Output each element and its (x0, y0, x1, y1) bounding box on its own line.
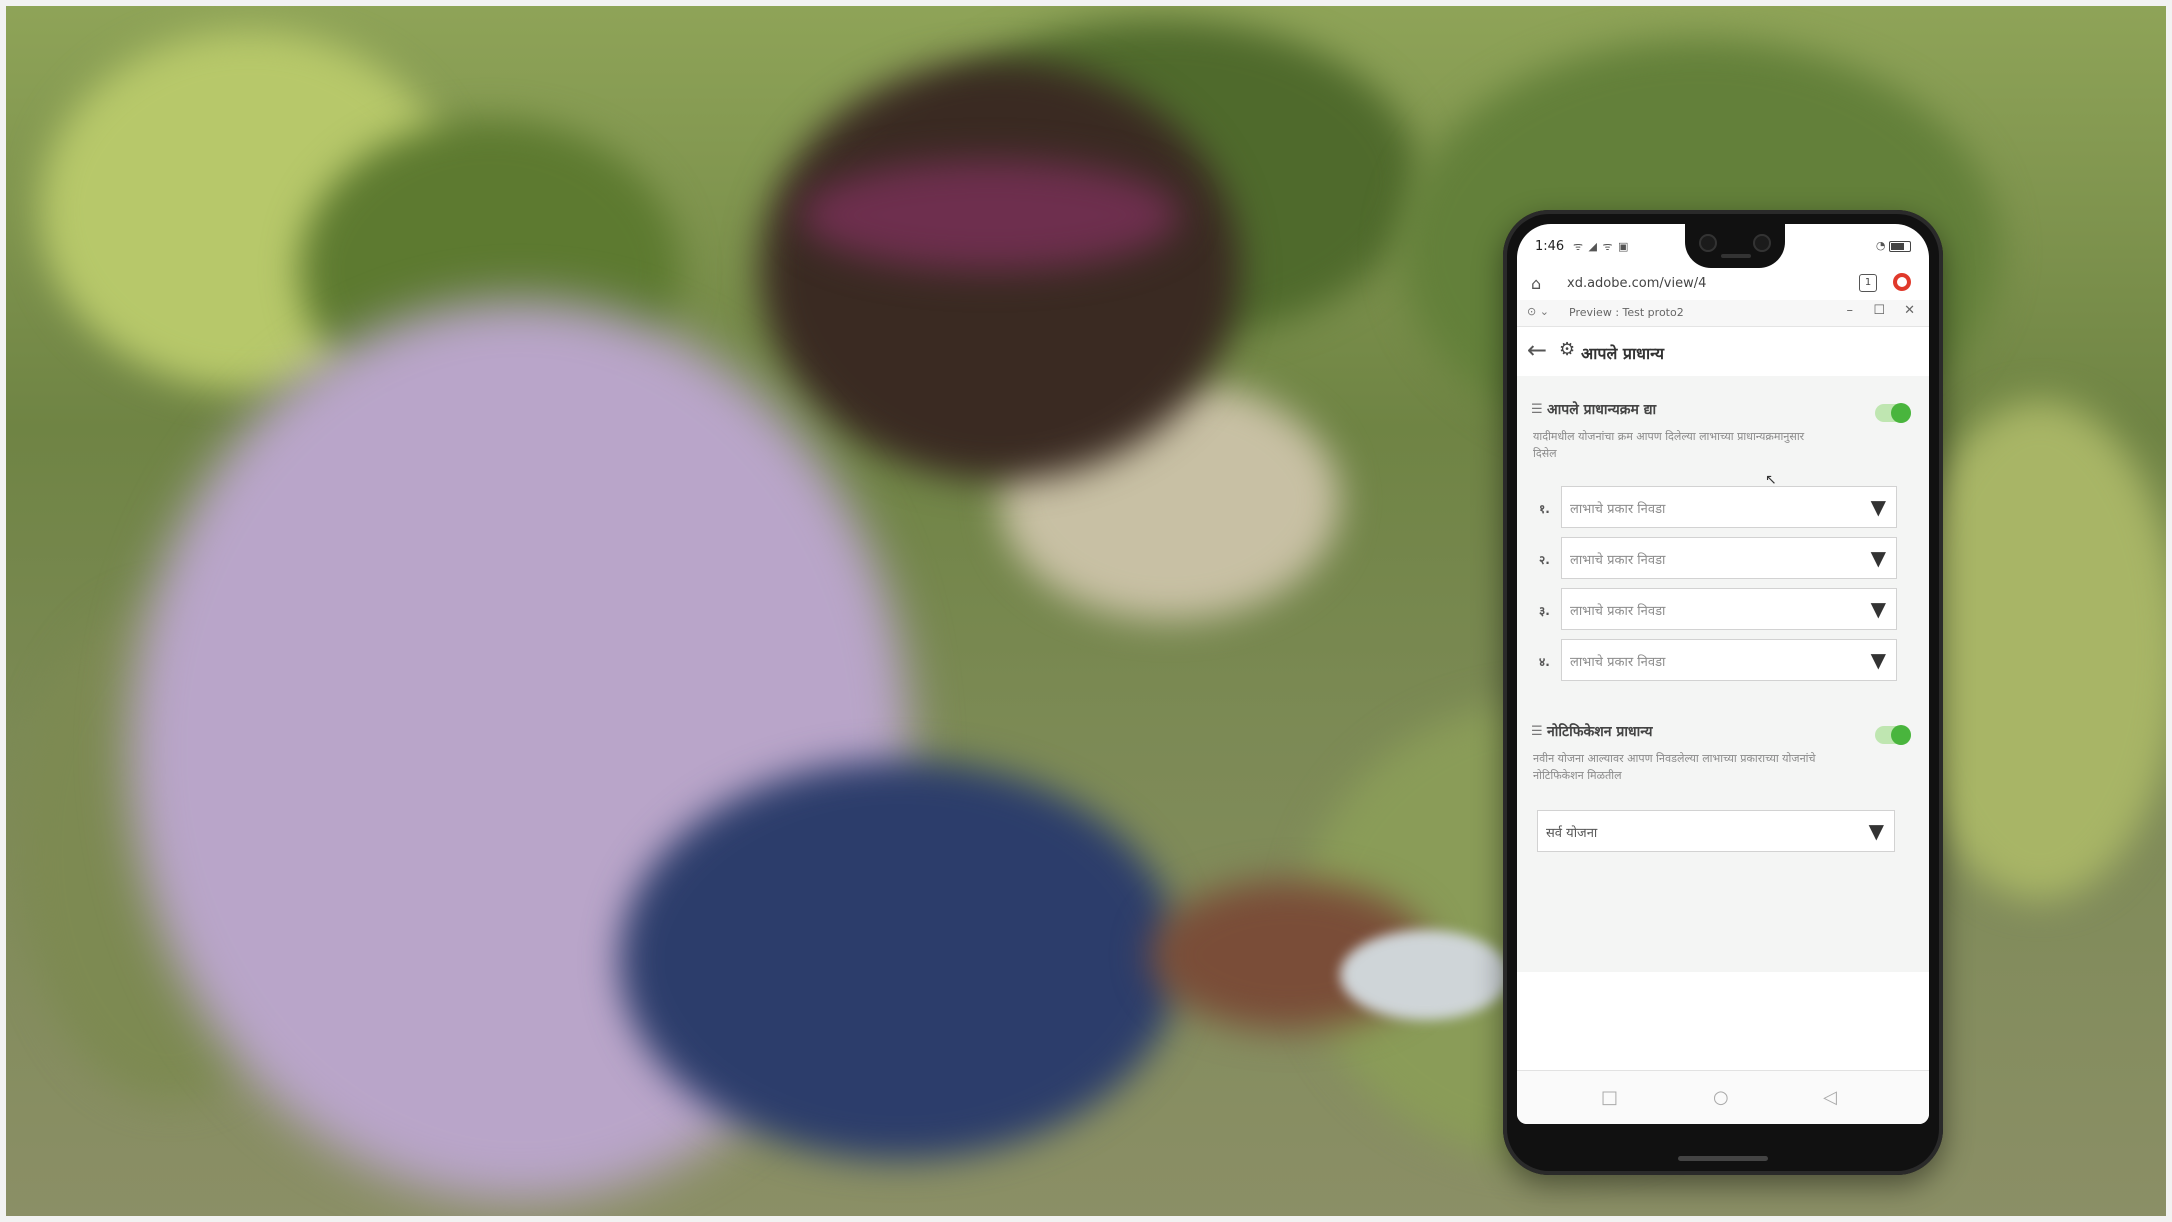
minimize-button[interactable]: – (1847, 303, 1854, 318)
app-header: ← ⚙ आपले प्राधान्य (1517, 328, 1929, 376)
tabs-counter-button[interactable]: 1 (1859, 274, 1877, 292)
priority-section-description: यादीमधील योजनांचा क्रम आपण दिलेल्या लाभा… (1533, 430, 1805, 460)
home-button[interactable]: ○ (1713, 1087, 1729, 1108)
android-nav-bar: □ ○ ◁ (1517, 1070, 1929, 1124)
list-icon: ☰ (1531, 402, 1543, 417)
phone-chin (1678, 1156, 1768, 1161)
notification-icon: ☰ (1531, 724, 1543, 739)
select-value: सर्व योजना (1546, 826, 1598, 841)
preview-settings-icon[interactable]: ⊙ ⌄ (1527, 305, 1549, 318)
benefit-type-select-4[interactable]: लाभाचे प्रकार निवडा ▼ (1561, 639, 1897, 681)
browser-url-bar[interactable]: ⌂ xd.adobe.com/view/4 1 (1517, 268, 1929, 298)
speaker-icon (1721, 254, 1751, 258)
rank-number: ४. (1539, 655, 1550, 669)
front-camera-icon (1699, 234, 1717, 252)
phone-mockup: 1:46 ᯤ ◢ ᯤ ▣ ◔ ⌂ xd.adobe.com/view/4 1 ⊙… (1503, 210, 1943, 1175)
front-camera-icon (1753, 234, 1771, 252)
alarm-icon: ◔ (1875, 239, 1886, 252)
browser-menu-icon[interactable] (1893, 273, 1911, 291)
signal-icons: ᯤ ◢ ᯤ ▣ (1573, 240, 1630, 253)
phone-notch (1685, 224, 1785, 268)
select-placeholder: लाभाचे प्रकार निवडा (1570, 553, 1666, 568)
mouse-cursor-icon: ↖ (1765, 472, 1777, 488)
dropdown-arrow-icon: ▼ (1870, 597, 1886, 621)
dropdown-arrow-icon: ▼ (1870, 648, 1886, 672)
back-button[interactable]: ◁ (1823, 1087, 1837, 1108)
benefit-type-select-3[interactable]: लाभाचे प्रकार निवडा ▼ (1561, 588, 1897, 630)
priority-row-1: १. लाभाचे प्रकार निवडा ▼ (1529, 486, 1899, 530)
home-icon[interactable]: ⌂ (1531, 274, 1541, 293)
gear-icon: ⚙ (1559, 339, 1576, 360)
priority-row-4: ४. लाभाचे प्रकार निवडा ▼ (1529, 639, 1899, 683)
dropdown-arrow-icon: ▼ (1870, 546, 1886, 570)
phone-screen: 1:46 ᯤ ◢ ᯤ ▣ ◔ ⌂ xd.adobe.com/view/4 1 ⊙… (1517, 224, 1929, 1124)
benefit-type-select-1[interactable]: लाभाचे प्रकार निवडा ▼ (1561, 486, 1897, 528)
select-placeholder: लाभाचे प्रकार निवडा (1570, 604, 1666, 619)
page-title: आपले प्राधान्य (1581, 344, 1665, 363)
priority-toggle[interactable] (1875, 403, 1911, 423)
benefit-type-select-2[interactable]: लाभाचे प्रकार निवडा ▼ (1561, 537, 1897, 579)
select-placeholder: लाभाचे प्रकार निवडा (1570, 655, 1666, 670)
priority-row-2: २. लाभाचे प्रकार निवडा ▼ (1529, 537, 1899, 581)
notification-toggle[interactable] (1875, 725, 1911, 745)
notification-scheme-select[interactable]: सर्व योजना ▼ (1537, 810, 1895, 852)
url-field[interactable]: xd.adobe.com/view/4 (1567, 276, 1837, 291)
rank-number: २. (1539, 553, 1550, 567)
notification-section-title: नोटिफिकेशन प्राधान्य (1547, 724, 1653, 740)
recents-button[interactable]: □ (1601, 1087, 1618, 1108)
close-button[interactable]: ✕ (1904, 303, 1915, 318)
priority-row-3: ३. लाभाचे प्रकार निवडा ▼ (1529, 588, 1899, 632)
dropdown-arrow-icon: ▼ (1868, 819, 1884, 843)
dropdown-arrow-icon: ▼ (1870, 495, 1886, 519)
preview-title: Preview : Test proto2 (1569, 306, 1684, 319)
notification-section-description: नवीन योजना आल्यावर आपण निवडलेल्या लाभाच्… (1533, 752, 1816, 782)
status-time: 1:46 (1535, 239, 1565, 254)
rank-number: ३. (1539, 604, 1550, 618)
maximize-button[interactable]: ☐ (1873, 303, 1885, 318)
back-arrow-icon[interactable]: ← (1527, 336, 1547, 364)
priority-section-title: आपले प्राधान्यक्रम द्या (1547, 402, 1657, 418)
preview-window-bar: ⊙ ⌄ Preview : Test proto2 – ☐ ✕ (1517, 300, 1929, 327)
rank-number: १. (1539, 502, 1550, 516)
select-placeholder: लाभाचे प्रकार निवडा (1570, 502, 1666, 517)
battery-icon: ◔ (1876, 239, 1911, 252)
